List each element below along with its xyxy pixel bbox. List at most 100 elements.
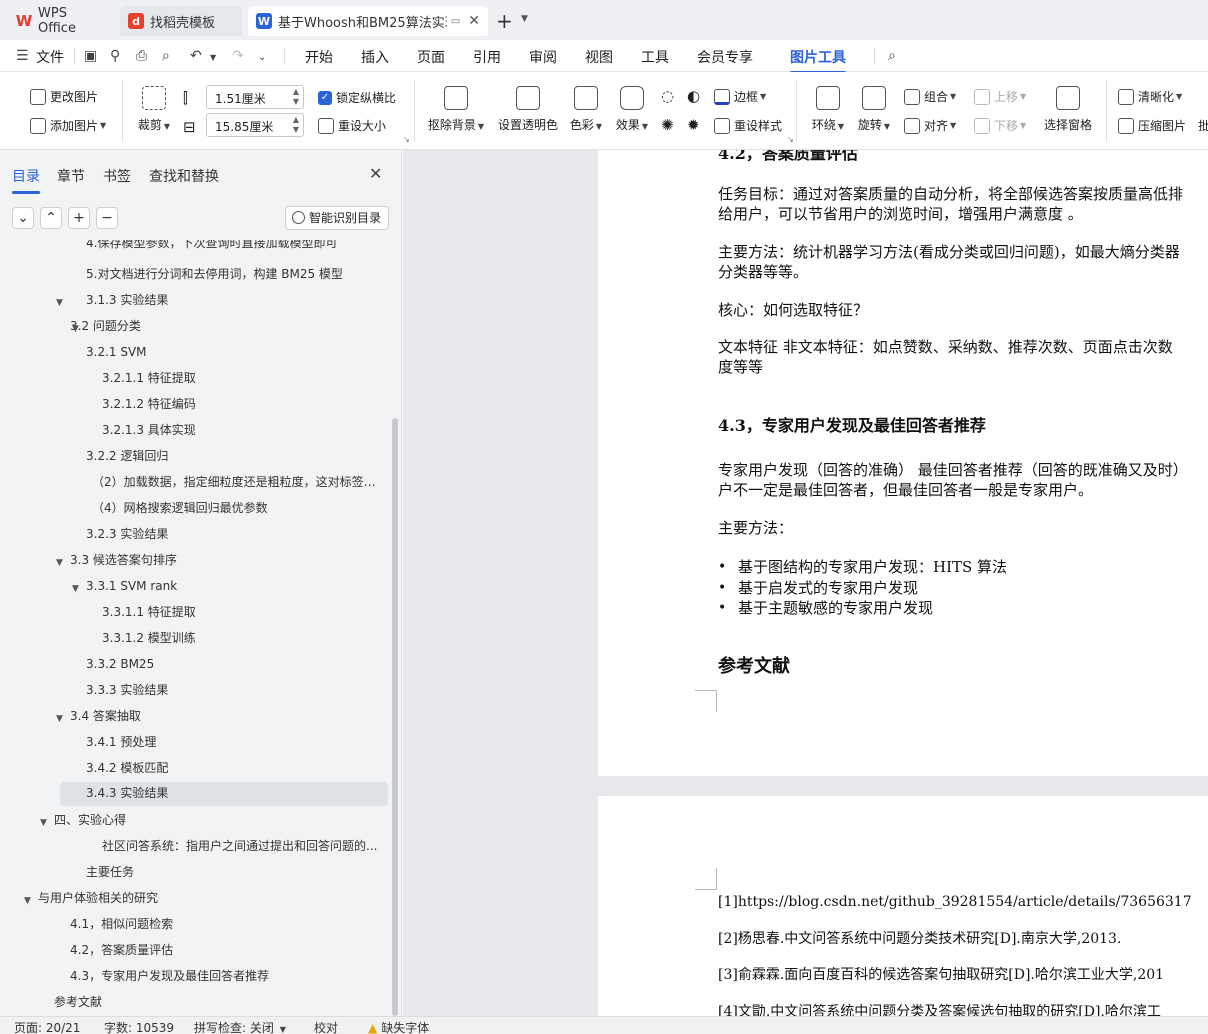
border-button[interactable]: 边框 ▼ — [714, 88, 766, 105]
print-icon[interactable]: ⎙ — [136, 48, 147, 64]
remove-background-button[interactable]: 抠除背景 ▼ — [424, 86, 488, 133]
save-icon[interactable]: ▣ — [84, 48, 97, 64]
smart-toc-button[interactable]: 智能识别目录 — [285, 206, 389, 230]
toc-item[interactable]: 3.2.3 实验结果 — [86, 523, 386, 545]
expand-arrow-icon[interactable]: ▼ — [72, 324, 79, 334]
add-heading-icon[interactable]: + — [68, 207, 90, 229]
share-icon[interactable]: ⚲ — [110, 48, 120, 64]
toc-item[interactable]: 3.3.1.2 模型训练 — [102, 627, 382, 649]
brightness-up-icon[interactable]: ◌ — [661, 87, 674, 105]
toc-item[interactable]: 4.1，相似问题检索 — [70, 913, 370, 935]
tab-document[interactable]: W 基于Whoosh和BM25算法实现 ▭ ✕ — [248, 6, 488, 36]
align-button[interactable]: 对齐 ▼ — [904, 117, 956, 134]
toc-item[interactable]: （2）加载数据，指定细粒度还是粗粒度，这对标签的... — [92, 471, 384, 493]
selection-pane-button[interactable]: 选择窗格 — [1038, 86, 1098, 133]
expand-arrow-icon[interactable]: ▼ — [56, 558, 63, 568]
page-indicator[interactable]: 页面: 20/21 — [14, 1019, 80, 1034]
hamburger-icon[interactable]: ☰ — [16, 48, 29, 64]
contrast-icon[interactable]: ◐ — [687, 87, 700, 105]
batch-button[interactable]: 批 — [1198, 117, 1208, 134]
close-icon[interactable]: ✕ — [369, 164, 382, 183]
move-up-button[interactable]: 上移 ▼ — [974, 88, 1026, 105]
change-image-button[interactable]: 更改图片 — [30, 88, 98, 105]
toc-item[interactable]: 3.4 答案抽取 — [70, 705, 370, 727]
spinner-icon[interactable]: ▲ ▼ — [293, 87, 299, 107]
chevron-down-icon[interactable]: ▼ — [210, 53, 216, 62]
expand-arrow-icon[interactable]: ▼ — [56, 714, 63, 724]
crop-button[interactable]: 裁剪 ▼ — [124, 86, 184, 133]
expand-arrow-icon[interactable]: ▼ — [40, 818, 47, 828]
menu-member[interactable]: 会员专享 — [697, 47, 753, 67]
menu-picture-tools[interactable]: 图片工具 — [790, 47, 846, 74]
toc-item[interactable]: 3.3 候选答案句排序 — [70, 549, 370, 571]
toc-item[interactable]: 主要任务 — [86, 861, 386, 883]
tab-bookmarks[interactable]: 书签 — [103, 166, 131, 186]
toc-item[interactable]: 3.2.1.3 具体实现 — [102, 419, 382, 441]
chevron-down-icon[interactable]: ▼ — [521, 14, 528, 24]
reset-style-button[interactable]: 重设样式 — [714, 117, 782, 134]
toc-item[interactable]: 3.3.1.1 特征提取 — [102, 601, 382, 623]
menu-insert[interactable]: 插入 — [361, 47, 389, 67]
toc-item[interactable]: 3.2.1 SVM — [86, 341, 386, 363]
sharpen-button[interactable]: 清晰化 ▼ — [1118, 88, 1182, 105]
missing-font-button[interactable]: ▲ 缺失字体 — [368, 1019, 429, 1034]
toc-item[interactable]: 4.3，专家用户发现及最佳回答者推荐 — [70, 965, 370, 987]
search-icon[interactable]: ⌕ — [888, 48, 896, 64]
expand-arrow-icon[interactable]: ▼ — [24, 896, 31, 906]
toc-item[interactable]: 参考文献 — [54, 991, 354, 1013]
redo-icon[interactable]: ↷ — [232, 48, 244, 64]
width-input[interactable]: 15.85厘米 ▲ ▼ — [206, 113, 304, 137]
wrap-button[interactable]: 环绕 ▼ — [804, 86, 852, 133]
menu-tools[interactable]: 工具 — [641, 47, 669, 67]
menu-references[interactable]: 引用 — [473, 47, 501, 67]
dialog-launcher-icon[interactable]: ↘ — [787, 135, 794, 144]
new-tab-icon[interactable]: + — [496, 9, 513, 33]
reset-size-button[interactable]: 重设大小 — [318, 117, 386, 134]
chevron-down-icon[interactable]: ⌄ — [258, 52, 266, 63]
expand-up-icon[interactable]: ⌃ — [40, 207, 62, 229]
menu-file[interactable]: 文件 — [36, 47, 64, 67]
tab-template[interactable]: d 找稻壳模板 — [120, 6, 242, 36]
brightness-icon[interactable]: ✺ — [661, 116, 674, 134]
tab-wps-office[interactable]: W WPS Office — [8, 6, 114, 36]
toc-item[interactable]: 4.2，答案质量评估 — [70, 939, 370, 961]
collapse-all-icon[interactable]: ⌄ — [12, 207, 34, 229]
toc-item[interactable]: 3.2.2 逻辑回归 — [86, 445, 386, 467]
word-count[interactable]: 字数: 10539 — [104, 1019, 174, 1034]
toc-item[interactable]: 3.2.1.2 特征编码 — [102, 393, 382, 415]
group-button[interactable]: 组合 ▼ — [904, 88, 956, 105]
remove-heading-icon[interactable]: − — [96, 207, 118, 229]
color-button[interactable]: 色彩 ▼ — [560, 86, 612, 133]
tab-chapters[interactable]: 章节 — [57, 166, 85, 186]
rotate-button[interactable]: 旋转 ▼ — [850, 86, 898, 133]
close-tab-icon[interactable]: ✕ — [468, 13, 480, 29]
toc-item[interactable]: 3.3.3 实验结果 — [86, 679, 386, 701]
toc-item[interactable]: 3.3.1 SVM rank — [86, 575, 386, 597]
add-image-button[interactable]: 添加图片 ▼ — [30, 117, 106, 134]
toc-item[interactable]: 3.1.3 实验结果 — [86, 289, 386, 311]
undo-icon[interactable]: ↶ — [190, 48, 202, 64]
toc-item[interactable]: 与用户体验相关的研究 — [38, 887, 338, 909]
toc-item[interactable]: 社区问答系统：指用户之间通过提出和回答问题的... — [102, 835, 384, 857]
toc-item[interactable]: 4.保存模型参数，下次查询时直接加载模型即可 — [86, 240, 386, 254]
monitor-icon[interactable]: ▭ — [451, 16, 460, 27]
toc-item[interactable]: 四、实验心得 — [54, 809, 354, 831]
document-canvas[interactable]: 4.2，答案质量评估 任务目标：通过对答案质量的自动分析，将全部候选答案按质量高… — [403, 150, 1208, 1016]
toc-item[interactable]: 3.4.1 预处理 — [86, 731, 386, 753]
spinner-icon[interactable]: ▲ ▼ — [293, 115, 299, 135]
compress-image-button[interactable]: 压缩图片 — [1118, 117, 1186, 134]
scrollbar[interactable] — [392, 418, 398, 1016]
expand-arrow-icon[interactable]: ▼ — [72, 584, 79, 594]
expand-arrow-icon[interactable]: ▼ — [56, 298, 63, 308]
lock-ratio-checkbox[interactable]: ✓ 锁定纵横比 — [318, 89, 396, 106]
toc-item[interactable]: 3.4.2 模板匹配 — [86, 757, 386, 779]
move-down-button[interactable]: 下移 ▼ — [974, 117, 1026, 134]
toc-item[interactable]: 3.3.2 BM25 — [86, 653, 386, 675]
contrast-low-icon[interactable]: ✹ — [687, 116, 700, 134]
toc-item[interactable]: 3.2.1.1 特征提取 — [102, 367, 382, 389]
toc-item[interactable]: 5.对文档进行分词和去停用词，构建 BM25 模型 — [86, 263, 386, 285]
spell-check-toggle[interactable]: 拼写检查: 关闭 ▼ — [194, 1019, 286, 1034]
set-transparent-button[interactable]: 设置透明色 — [496, 86, 560, 133]
menu-review[interactable]: 审阅 — [529, 47, 557, 67]
menu-page[interactable]: 页面 — [417, 47, 445, 67]
